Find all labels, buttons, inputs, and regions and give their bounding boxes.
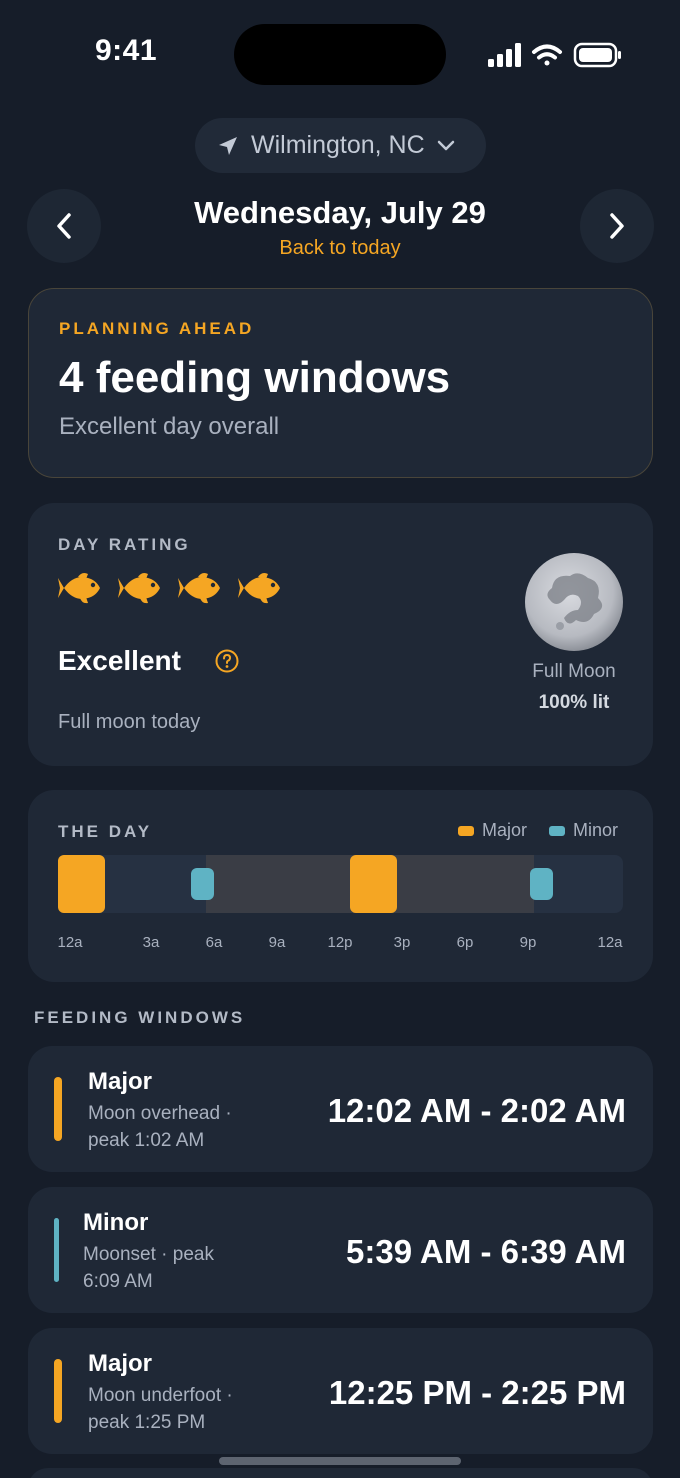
legend-major-swatch [458, 825, 474, 836]
window-type: Major [88, 1068, 153, 1095]
planning-title: 4 feeding windows [59, 353, 451, 402]
window-time-range: 12:02 AM - 2:02 AM [327, 1092, 626, 1129]
minor-window-bar [191, 868, 214, 900]
major-window-bar [350, 855, 397, 913]
location-label: Wilmington, NC [251, 131, 425, 159]
legend-minor: Minor [549, 820, 618, 841]
back-to-today-link[interactable]: Back to today [0, 237, 680, 260]
window-indicator-minor [54, 1218, 59, 1282]
legend-major-label: Major [482, 820, 528, 840]
feeding-window-card[interactable]: Major Moon underfoot · peak 1:25 PM 12:2… [28, 1328, 653, 1454]
status-time: 9:41 [95, 34, 158, 67]
timeline-tick-label: 6a [205, 934, 223, 951]
window-type: Major [88, 1350, 153, 1377]
dynamic-island [234, 24, 446, 85]
planning-eyebrow: PLANNING AHEAD [59, 319, 255, 338]
window-indicator-major [54, 1359, 62, 1423]
fish-rating-icon [118, 570, 166, 611]
timeline-tick-label: 12a [57, 934, 83, 951]
window-description: Moonset · peak 6:09 AM [83, 1244, 214, 1292]
timeline-tick-label: 9p [519, 934, 537, 951]
chevron-down-icon [437, 140, 454, 150]
feeding-window-card-partial[interactable] [28, 1468, 653, 1478]
feeding-windows-title: FEEDING WINDOWS [34, 1008, 246, 1027]
legend-major: Major [458, 820, 527, 841]
legend-minor-swatch [549, 825, 565, 836]
rating-label: Excellent [58, 645, 181, 676]
timeline-tick-label: 3a [142, 934, 160, 951]
window-time-range: 12:25 PM - 2:25 PM [328, 1374, 626, 1411]
timeline-tick-label: 3p [393, 934, 411, 951]
fish-rating-icon [178, 570, 226, 611]
battery-icon [573, 42, 621, 68]
day-timeline [58, 855, 623, 913]
status-icons [486, 38, 622, 72]
day-rating-eyebrow: DAY RATING [58, 535, 191, 554]
chevron-right-icon [610, 213, 624, 239]
home-indicator[interactable] [219, 1457, 461, 1465]
legend-minor-label: Minor [573, 820, 619, 840]
timeline-tick-label: 9a [268, 934, 286, 951]
location-arrow-icon [219, 136, 237, 155]
window-description: Moon overhead · peak 1:02 AM [88, 1103, 232, 1151]
feeding-window-card[interactable]: Minor Moonset · peak 6:09 AM 5:39 AM - 6… [28, 1187, 653, 1313]
fish-rating-icon [58, 570, 106, 611]
planning-card: PLANNING AHEAD 4 feeding windows Excelle… [28, 288, 653, 478]
moon-phase-label: Full Moon [532, 661, 616, 682]
planning-subtitle: Excellent day overall [59, 413, 280, 440]
wifi-icon [532, 44, 562, 66]
date-title: Wednesday, July 29 [194, 195, 486, 230]
timeline-tick-label: 12p [327, 934, 353, 951]
location-selector[interactable]: Wilmington, NC [195, 118, 486, 173]
fish-rating-icon [238, 570, 286, 611]
window-time-range: 5:39 AM - 6:39 AM [346, 1233, 626, 1270]
minor-window-bar [530, 868, 553, 900]
rating-fish-row [58, 570, 286, 611]
timeline-tick-label: 12a [597, 934, 623, 951]
cellular-signal-icon [488, 43, 521, 67]
window-type: Minor [83, 1209, 149, 1236]
rating-note: Full moon today [58, 711, 201, 733]
timeline-tick-label: 6p [456, 934, 474, 951]
feeding-window-card[interactable]: Major Moon overhead · peak 1:02 AM 12:02… [28, 1046, 653, 1172]
next-day-button[interactable] [580, 189, 654, 263]
window-indicator-major [54, 1077, 62, 1141]
help-icon[interactable] [214, 648, 240, 674]
major-window-bar [58, 855, 105, 913]
moon-illumination: 100% lit [538, 692, 610, 713]
the-day-eyebrow: THE DAY [58, 822, 153, 841]
window-description: Moon underfoot · peak 1:25 PM [88, 1385, 233, 1433]
full-moon-icon [524, 552, 624, 652]
